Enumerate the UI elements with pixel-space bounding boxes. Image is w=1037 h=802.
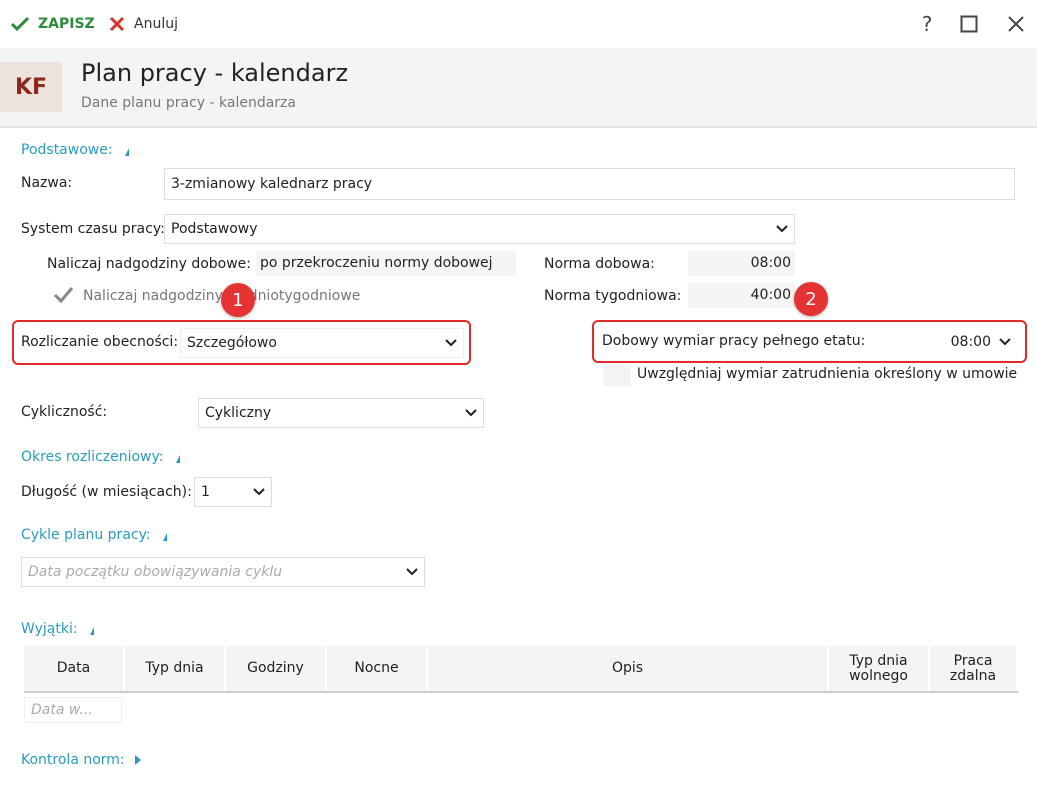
collapse-triangle-icon: [159, 533, 167, 541]
cyclic-value: Cykliczny: [205, 405, 272, 421]
exceptions-table: Data Typ dnia Godziny Nocne Opis Typ dni…: [24, 646, 1018, 693]
save-label: ZAPISZ: [38, 16, 95, 32]
close-icon: [1008, 16, 1024, 32]
attendance-label: Rozliczanie obecności:: [21, 334, 179, 350]
annotation-badge-1: 1: [221, 283, 255, 317]
check-icon: [10, 16, 30, 32]
name-value: 3-zmianowy kalednarz pracy: [171, 176, 373, 192]
cyclic-label: Cykliczność:: [21, 404, 108, 420]
system-select[interactable]: Podstawowy: [164, 214, 795, 244]
overtime-daily-label: Naliczaj nadgodziny dobowe:: [47, 256, 252, 272]
collapse-triangle-icon: [121, 148, 129, 156]
consider-label: Uwzględniaj wymiar zatrudnienia określon…: [637, 366, 1018, 382]
checkbox-checked-icon[interactable]: [52, 284, 74, 306]
column-header-hours[interactable]: Godziny: [225, 646, 327, 693]
fulltime-label: Dobowy wymiar pracy pełnego etatu:: [602, 333, 866, 349]
chevron-down-icon: [999, 338, 1011, 346]
length-value: 1: [201, 484, 210, 500]
norm-weekly-label: Norma tygodniowa:: [544, 288, 682, 304]
table-header-row: Data Typ dnia Godziny Nocne Opis Typ dni…: [24, 646, 1018, 693]
section-norms-toggle[interactable]: Kontrola norm:: [21, 752, 141, 768]
length-select[interactable]: 1: [194, 477, 272, 507]
overtime-daily-text: po przekroczeniu normy dobowej: [260, 255, 493, 271]
exception-date-input[interactable]: Data w...: [24, 697, 122, 723]
system-value: Podstawowy: [171, 221, 258, 237]
name-input[interactable]: 3-zmianowy kalednarz pracy: [164, 168, 1015, 200]
chevron-down-icon: [776, 225, 788, 233]
annotation-badge-2: 2: [794, 282, 828, 316]
section-basic-toggle[interactable]: Podstawowe:: [21, 142, 129, 158]
save-button[interactable]: ZAPISZ: [10, 12, 95, 36]
cancel-button[interactable]: Anuluj: [108, 12, 178, 36]
system-label: System czasu pracy:: [21, 221, 165, 237]
help-button[interactable]: ?: [913, 10, 941, 38]
attendance-value: Szczegółowo: [187, 335, 277, 351]
expand-triangle-icon: [134, 755, 141, 765]
chevron-down-icon: [465, 409, 477, 417]
fulltime-value: 08:00: [950, 334, 991, 350]
maximize-button[interactable]: [955, 10, 983, 38]
column-header-day-type[interactable]: Typ dnia: [124, 646, 226, 693]
close-x-icon: [109, 16, 125, 32]
close-window-button[interactable]: [1002, 10, 1030, 38]
norm-daily-field: 08:00: [688, 250, 795, 276]
cancel-label: Anuluj: [134, 16, 178, 32]
chevron-down-icon: [406, 568, 418, 576]
column-header-date[interactable]: Data: [24, 646, 125, 693]
section-cycles-title: Cykle planu pracy:: [21, 527, 151, 543]
norm-daily-label: Norma dobowa:: [544, 256, 655, 272]
overtime-daily-value: po przekroczeniu normy dobowej: [256, 250, 516, 276]
chevron-down-icon: [445, 339, 457, 347]
page-subtitle: Dane planu pracy - kalendarza: [81, 95, 296, 111]
column-header-remote-work[interactable]: Praca zdalna: [929, 646, 1018, 693]
norm-weekly-value: 40:00: [750, 287, 791, 303]
chevron-down-icon: [253, 488, 265, 496]
module-avatar: KF: [0, 62, 62, 112]
column-header-description[interactable]: Opis: [427, 646, 829, 693]
norm-daily-value: 08:00: [750, 255, 791, 271]
page-title: Plan pracy - kalendarz: [81, 59, 349, 87]
length-label: Długość (w miesiącach):: [21, 484, 192, 500]
section-cycles-toggle[interactable]: Cykle planu pracy:: [21, 527, 167, 543]
section-exceptions-title: Wyjątki:: [21, 621, 78, 637]
header: KF Plan pracy - kalendarz Dane planu pra…: [0, 48, 1037, 128]
name-label: Nazwa:: [21, 175, 73, 191]
collapse-triangle-icon: [86, 627, 94, 635]
cyclic-select[interactable]: Cykliczny: [198, 398, 484, 428]
maximize-icon: [960, 15, 978, 33]
section-exceptions-toggle[interactable]: Wyjątki:: [21, 621, 94, 637]
section-norms-title: Kontrola norm:: [21, 752, 125, 768]
collapse-triangle-icon: [172, 455, 180, 463]
fulltime-select[interactable]: 08:00: [904, 327, 1018, 357]
consider-checkbox[interactable]: [603, 364, 631, 386]
column-header-night[interactable]: Nocne: [326, 646, 428, 693]
section-period-toggle[interactable]: Okres rozliczeniowy:: [21, 449, 180, 465]
toolbar: ZAPISZ Anuluj ?: [0, 0, 1037, 48]
norm-weekly-field: 40:00: [688, 282, 795, 308]
exception-date-placeholder: Data w...: [31, 702, 93, 718]
section-period-title: Okres rozliczeniowy:: [21, 449, 164, 465]
cycle-date-select[interactable]: Data początku obowiązywania cyklu: [21, 557, 425, 587]
attendance-select[interactable]: Szczegółowo: [180, 328, 464, 358]
section-basic-title: Podstawowe:: [21, 142, 113, 158]
help-icon: ?: [921, 12, 933, 36]
cycle-date-placeholder: Data początku obowiązywania cyklu: [28, 564, 283, 580]
column-header-free-day-type[interactable]: Typ dnia wolnego: [828, 646, 930, 693]
